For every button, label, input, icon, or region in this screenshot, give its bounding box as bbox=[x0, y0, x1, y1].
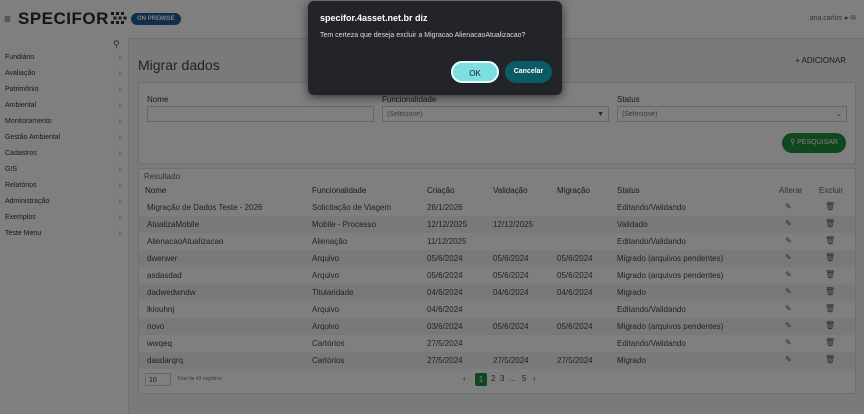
ok-button[interactable]: OK bbox=[451, 61, 499, 83]
dialog-message: Tem certeza que deseja excluir a Migraca… bbox=[320, 32, 526, 39]
cancel-button[interactable]: Cancelar bbox=[505, 61, 552, 83]
confirm-dialog: specifor.4asset.net.br diz Tem certeza q… bbox=[308, 1, 562, 95]
dialog-title: specifor.4asset.net.br diz bbox=[320, 13, 428, 23]
